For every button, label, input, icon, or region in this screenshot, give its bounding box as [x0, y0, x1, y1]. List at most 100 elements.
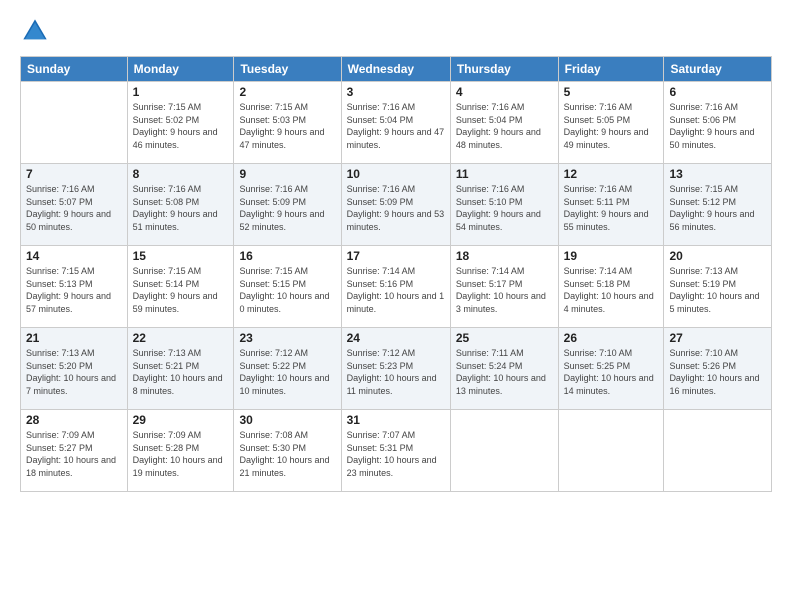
cell-info: Sunrise: 7:15 AMSunset: 5:12 PMDaylight:…: [669, 183, 766, 233]
day-header-monday: Monday: [127, 57, 234, 82]
cell-info: Sunrise: 7:15 AMSunset: 5:14 PMDaylight:…: [133, 265, 229, 315]
date-number: 9: [239, 167, 335, 181]
cell-info: Sunrise: 7:10 AMSunset: 5:26 PMDaylight:…: [669, 347, 766, 397]
date-number: 2: [239, 85, 335, 99]
cell-info: Sunrise: 7:16 AMSunset: 5:06 PMDaylight:…: [669, 101, 766, 151]
date-cell: 18 Sunrise: 7:14 AMSunset: 5:17 PMDayligh…: [450, 246, 558, 328]
date-number: 23: [239, 331, 335, 345]
date-cell: 26Sunrise: 7:10 AMSunset: 5:25 PMDayligh…: [558, 328, 664, 410]
week-row-1: 1 Sunrise: 7:15 AMSunset: 5:02 PMDaylight…: [21, 82, 772, 164]
calendar-container: SundayMondayTuesdayWednesdayThursdayFrid…: [0, 0, 792, 612]
cell-info: Sunrise: 7:12 AMSunset: 5:23 PMDaylight:…: [347, 347, 445, 397]
cell-info: Sunrise: 7:09 AMSunset: 5:28 PMDaylight:…: [133, 429, 229, 479]
date-number: 20: [669, 249, 766, 263]
date-cell: 8 Sunrise: 7:16 AMSunset: 5:08 PMDaylight…: [127, 164, 234, 246]
day-header-sunday: Sunday: [21, 57, 128, 82]
date-cell: 22Sunrise: 7:13 AMSunset: 5:21 PMDayligh…: [127, 328, 234, 410]
date-number: 27: [669, 331, 766, 345]
date-number: 8: [133, 167, 229, 181]
date-cell: 23 Sunrise: 7:12 AMSunset: 5:22 PMDayligh…: [234, 328, 341, 410]
cell-info: Sunrise: 7:15 AMSunset: 5:03 PMDaylight:…: [239, 101, 335, 151]
cell-info: Sunrise: 7:14 AMSunset: 5:17 PMDaylight:…: [456, 265, 553, 315]
cell-info: Sunrise: 7:12 AMSunset: 5:22 PMDaylight:…: [239, 347, 335, 397]
date-cell: [558, 410, 664, 492]
date-cell: [664, 410, 772, 492]
date-number: 25: [456, 331, 553, 345]
date-number: 1: [133, 85, 229, 99]
date-number: 10: [347, 167, 445, 181]
cell-info: Sunrise: 7:16 AMSunset: 5:04 PMDaylight:…: [347, 101, 445, 151]
date-number: 7: [26, 167, 122, 181]
date-cell: 6 Sunrise: 7:16 AMSunset: 5:06 PMDaylight…: [664, 82, 772, 164]
date-number: 29: [133, 413, 229, 427]
cell-info: Sunrise: 7:13 AMSunset: 5:21 PMDaylight:…: [133, 347, 229, 397]
date-number: 3: [347, 85, 445, 99]
date-number: 21: [26, 331, 122, 345]
date-cell: 24 Sunrise: 7:12 AMSunset: 5:23 PMDayligh…: [341, 328, 450, 410]
date-cell: 9Sunrise: 7:16 AMSunset: 5:09 PMDaylight…: [234, 164, 341, 246]
cell-info: Sunrise: 7:14 AMSunset: 5:18 PMDaylight:…: [564, 265, 659, 315]
cell-info: Sunrise: 7:08 AMSunset: 5:30 PMDaylight:…: [239, 429, 335, 479]
date-cell: 31 Sunrise: 7:07 AMSunset: 5:31 PMDayligh…: [341, 410, 450, 492]
date-cell: [450, 410, 558, 492]
cell-info: Sunrise: 7:16 AMSunset: 5:05 PMDaylight:…: [564, 101, 659, 151]
date-number: 17: [347, 249, 445, 263]
logo: [20, 16, 54, 46]
date-cell: 16 Sunrise: 7:15 AMSunset: 5:15 PMDayligh…: [234, 246, 341, 328]
date-number: 28: [26, 413, 122, 427]
cell-info: Sunrise: 7:15 AMSunset: 5:02 PMDaylight:…: [133, 101, 229, 151]
date-cell: 2 Sunrise: 7:15 AMSunset: 5:03 PMDaylight…: [234, 82, 341, 164]
cell-info: Sunrise: 7:16 AMSunset: 5:07 PMDaylight:…: [26, 183, 122, 233]
date-cell: 27 Sunrise: 7:10 AMSunset: 5:26 PMDayligh…: [664, 328, 772, 410]
date-cell: 7 Sunrise: 7:16 AMSunset: 5:07 PMDaylight…: [21, 164, 128, 246]
date-number: 12: [564, 167, 659, 181]
cell-info: Sunrise: 7:11 AMSunset: 5:24 PMDaylight:…: [456, 347, 553, 397]
date-number: 13: [669, 167, 766, 181]
date-cell: 28Sunrise: 7:09 AMSunset: 5:27 PMDayligh…: [21, 410, 128, 492]
date-number: 24: [347, 331, 445, 345]
date-number: 19: [564, 249, 659, 263]
date-cell: 13 Sunrise: 7:15 AMSunset: 5:12 PMDayligh…: [664, 164, 772, 246]
day-header-tuesday: Tuesday: [234, 57, 341, 82]
date-number: 15: [133, 249, 229, 263]
calendar-table: SundayMondayTuesdayWednesdayThursdayFrid…: [20, 56, 772, 492]
date-number: 11: [456, 167, 553, 181]
date-cell: 10 Sunrise: 7:16 AMSunset: 5:09 PMDayligh…: [341, 164, 450, 246]
date-cell: 5 Sunrise: 7:16 AMSunset: 5:05 PMDaylight…: [558, 82, 664, 164]
day-header-saturday: Saturday: [664, 57, 772, 82]
date-number: 16: [239, 249, 335, 263]
day-header-wednesday: Wednesday: [341, 57, 450, 82]
date-cell: 29 Sunrise: 7:09 AMSunset: 5:28 PMDayligh…: [127, 410, 234, 492]
date-cell: 20Sunrise: 7:13 AMSunset: 5:19 PMDayligh…: [664, 246, 772, 328]
week-row-5: 28Sunrise: 7:09 AMSunset: 5:27 PMDayligh…: [21, 410, 772, 492]
date-cell: 19 Sunrise: 7:14 AMSunset: 5:18 PMDayligh…: [558, 246, 664, 328]
cell-info: Sunrise: 7:16 AMSunset: 5:10 PMDaylight:…: [456, 183, 553, 233]
cell-info: Sunrise: 7:15 AMSunset: 5:13 PMDaylight:…: [26, 265, 122, 315]
date-number: 30: [239, 413, 335, 427]
date-cell: 12 Sunrise: 7:16 AMSunset: 5:11 PMDayligh…: [558, 164, 664, 246]
date-number: 4: [456, 85, 553, 99]
cell-info: Sunrise: 7:16 AMSunset: 5:09 PMDaylight:…: [347, 183, 445, 233]
day-header-friday: Friday: [558, 57, 664, 82]
date-cell: [21, 82, 128, 164]
date-number: 18: [456, 249, 553, 263]
date-number: 6: [669, 85, 766, 99]
date-cell: 3 Sunrise: 7:16 AMSunset: 5:04 PMDaylight…: [341, 82, 450, 164]
date-number: 31: [347, 413, 445, 427]
cell-info: Sunrise: 7:16 AMSunset: 5:11 PMDaylight:…: [564, 183, 659, 233]
date-cell: 30 Sunrise: 7:08 AMSunset: 5:30 PMDayligh…: [234, 410, 341, 492]
date-cell: 14 Sunrise: 7:15 AMSunset: 5:13 PMDayligh…: [21, 246, 128, 328]
cell-info: Sunrise: 7:07 AMSunset: 5:31 PMDaylight:…: [347, 429, 445, 479]
week-row-2: 7 Sunrise: 7:16 AMSunset: 5:07 PMDaylight…: [21, 164, 772, 246]
cell-info: Sunrise: 7:15 AMSunset: 5:15 PMDaylight:…: [239, 265, 335, 315]
day-header-thursday: Thursday: [450, 57, 558, 82]
week-row-4: 21Sunrise: 7:13 AMSunset: 5:20 PMDayligh…: [21, 328, 772, 410]
header-row: SundayMondayTuesdayWednesdayThursdayFrid…: [21, 57, 772, 82]
date-cell: 21Sunrise: 7:13 AMSunset: 5:20 PMDayligh…: [21, 328, 128, 410]
cell-info: Sunrise: 7:16 AMSunset: 5:08 PMDaylight:…: [133, 183, 229, 233]
date-cell: 25 Sunrise: 7:11 AMSunset: 5:24 PMDayligh…: [450, 328, 558, 410]
date-number: 14: [26, 249, 122, 263]
date-cell: 11 Sunrise: 7:16 AMSunset: 5:10 PMDayligh…: [450, 164, 558, 246]
date-cell: 1 Sunrise: 7:15 AMSunset: 5:02 PMDaylight…: [127, 82, 234, 164]
date-number: 5: [564, 85, 659, 99]
